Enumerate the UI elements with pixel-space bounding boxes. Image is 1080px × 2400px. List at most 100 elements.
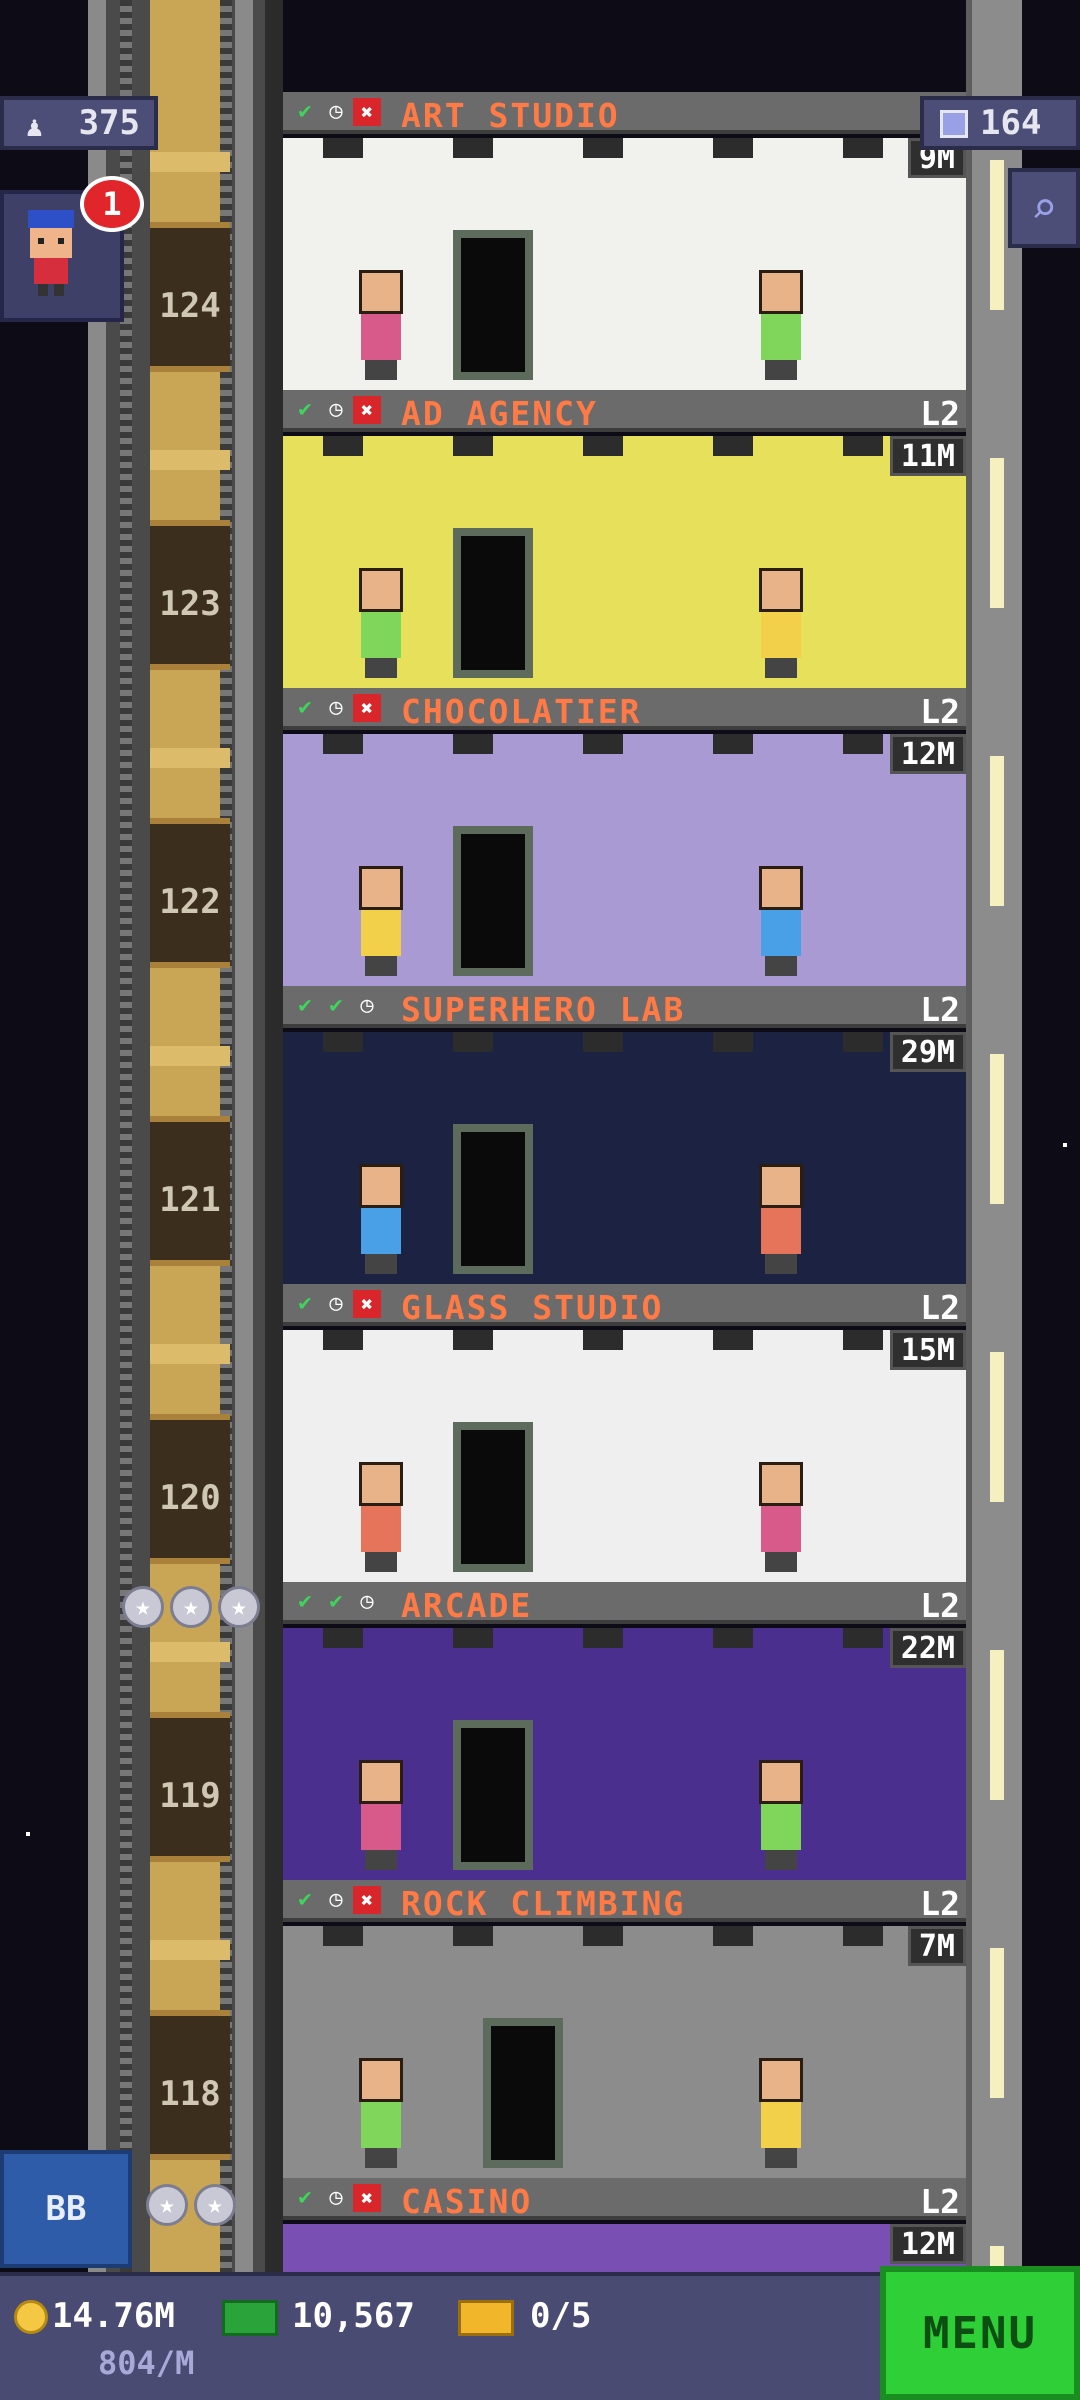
ceiling-lamp — [453, 1330, 493, 1350]
ceiling-lamp — [843, 1628, 883, 1648]
bitizen-legs — [365, 956, 397, 976]
floor-chocolatier[interactable]: ✔ ◷ ✖ CHOCOLATIER L2 12M — [283, 688, 966, 986]
ceiling-lamp — [323, 138, 363, 158]
ceiling-lamp — [583, 1628, 623, 1648]
elevator-floor-marker[interactable]: 124 — [150, 222, 230, 372]
wall-light — [990, 756, 1004, 906]
floor-art-studio[interactable]: ✔ ◷ ✖ ART STUDIO 9M — [283, 92, 966, 390]
bitizen[interactable] — [353, 568, 409, 678]
floor-status-icons: ✔ ◷ ✖ — [291, 694, 381, 722]
elevator-floor-marker[interactable]: 121 — [150, 1116, 230, 1266]
notification-badge[interactable]: 1 — [80, 176, 144, 232]
floor-room[interactable] — [283, 1628, 966, 1880]
bitizen[interactable] — [353, 1760, 409, 1870]
floor-status-icons: ✔ ◷ ✖ — [291, 1290, 381, 1318]
floor-room[interactable] — [283, 1032, 966, 1284]
elevator-floor-marker[interactable]: 122 — [150, 818, 230, 968]
bitizen-head — [359, 2058, 403, 2102]
check-icon: ✔ — [298, 695, 312, 720]
bux-counter: 164 — [920, 96, 1080, 150]
shaft-band — [150, 1642, 230, 1662]
bitizen[interactable] — [753, 2058, 809, 2168]
bitizen-legs — [365, 1850, 397, 1870]
bitizen-legs — [765, 956, 797, 976]
check-icon: ✔ — [329, 1589, 343, 1614]
shaft-rail-right — [235, 0, 253, 2275]
floor-room[interactable] — [283, 734, 966, 986]
check-icon: ✔ — [298, 993, 312, 1018]
bitizen[interactable] — [353, 2058, 409, 2168]
elevator-door — [453, 1422, 533, 1572]
bitizen-body — [761, 1506, 801, 1552]
bitbook-button[interactable]: BB — [0, 2150, 132, 2268]
ceiling-lamp — [453, 734, 493, 754]
floor-ad-agency[interactable]: ✔ ◷ ✖ AD AGENCY L2 11M — [283, 390, 966, 688]
bitizen-body — [361, 910, 401, 956]
elevator-door — [453, 230, 533, 380]
floor-number-label: 118 — [159, 2074, 221, 2114]
floor-glass-studio[interactable]: ✔ ◷ ✖ GLASS STUDIO L2 15M — [283, 1284, 966, 1582]
ceiling-lamp — [713, 1330, 753, 1350]
elevator-floor-marker[interactable]: 119 — [150, 1712, 230, 1862]
bitizen[interactable] — [353, 270, 409, 380]
population-counter: ♟ 375 — [0, 96, 158, 150]
bitizen-head — [359, 270, 403, 314]
check-icon: ✔ — [298, 397, 312, 422]
elevator-floor-marker[interactable]: 118 — [150, 2010, 230, 2160]
bitizen-head — [359, 866, 403, 910]
search-button[interactable]: ⌕ — [1008, 168, 1080, 248]
bitizen[interactable] — [753, 568, 809, 678]
ceiling-lamp — [323, 1926, 363, 1946]
floor-header[interactable]: ✔ ◷ ✖ CHOCOLATIER L2 — [283, 688, 966, 731]
bitizen[interactable] — [753, 1760, 809, 1870]
bitizen[interactable] — [753, 1164, 809, 1274]
floor-rock-climbing[interactable]: ✔ ◷ ✖ ROCK CLIMBING L2 7M — [283, 1880, 966, 2178]
cross-icon: ✖ — [353, 396, 381, 424]
wall-light — [990, 1054, 1004, 1204]
elevator-floor-marker[interactable]: 120 — [150, 1414, 230, 1564]
bitizen-body — [761, 2102, 801, 2148]
bitizen-head — [759, 1462, 803, 1506]
floor-header[interactable]: ✔ ◷ ✖ ROCK CLIMBING L2 — [283, 1880, 966, 1923]
bitizen[interactable] — [353, 1164, 409, 1274]
floor-name: AD AGENCY — [401, 394, 598, 433]
floor-arcade[interactable]: ✔ ✔ ◷ ARCADE L2 22M — [283, 1582, 966, 1880]
clock-icon: ◷ — [329, 2185, 343, 2210]
cross-icon: ✖ — [353, 1290, 381, 1318]
floor-level: L2 — [920, 1884, 960, 1923]
bitizen-head — [359, 1760, 403, 1804]
floor-stock-tag: 11M — [889, 436, 966, 476]
clock-icon: ◷ — [329, 397, 343, 422]
bitizen[interactable] — [753, 866, 809, 976]
floor-header[interactable]: ✔ ◷ ✖ GLASS STUDIO L2 — [283, 1284, 966, 1327]
floor-superhero-lab[interactable]: ✔ ✔ ◷ SUPERHERO LAB L2 29M — [283, 986, 966, 1284]
floor-room[interactable] — [283, 1330, 966, 1582]
bitizen-legs — [765, 2148, 797, 2168]
floor-header[interactable]: ✔ ◷ ✖ ART STUDIO — [283, 92, 966, 135]
menu-button[interactable]: MENU — [880, 2266, 1080, 2400]
floor-room[interactable] — [283, 138, 966, 390]
floor-room[interactable] — [283, 436, 966, 688]
floor-room[interactable] — [283, 1926, 966, 2178]
cross-icon: ✖ — [353, 2184, 381, 2212]
bitizen[interactable] — [753, 1462, 809, 1572]
floor-stock-tag: 29M — [889, 1032, 966, 1072]
floor-header[interactable]: ✔ ◷ ✖ CASINO L2 — [283, 2178, 966, 2221]
star-icon: ★ — [170, 1586, 212, 1628]
floor-level: L2 — [920, 1586, 960, 1625]
bitizen[interactable] — [353, 866, 409, 976]
ceiling-lamp — [843, 1032, 883, 1052]
bitizen[interactable] — [753, 270, 809, 380]
bitizen[interactable] — [353, 1462, 409, 1572]
bitizen-body — [761, 314, 801, 360]
floor-header[interactable]: ✔ ✔ ◷ ARCADE L2 — [283, 1582, 966, 1625]
ceiling-lamp — [583, 1926, 623, 1946]
floor-header[interactable]: ✔ ✔ ◷ SUPERHERO LAB L2 — [283, 986, 966, 1029]
floor-stock-tag: 12M — [889, 734, 966, 774]
ceiling-lamp — [583, 436, 623, 456]
floor-status-icons: ✔ ◷ ✖ — [291, 396, 381, 424]
bitizen-legs — [765, 360, 797, 380]
floor-header[interactable]: ✔ ◷ ✖ AD AGENCY L2 — [283, 390, 966, 433]
elevator-floor-marker[interactable]: 123 — [150, 520, 230, 670]
floor-level: L2 — [920, 2182, 960, 2221]
